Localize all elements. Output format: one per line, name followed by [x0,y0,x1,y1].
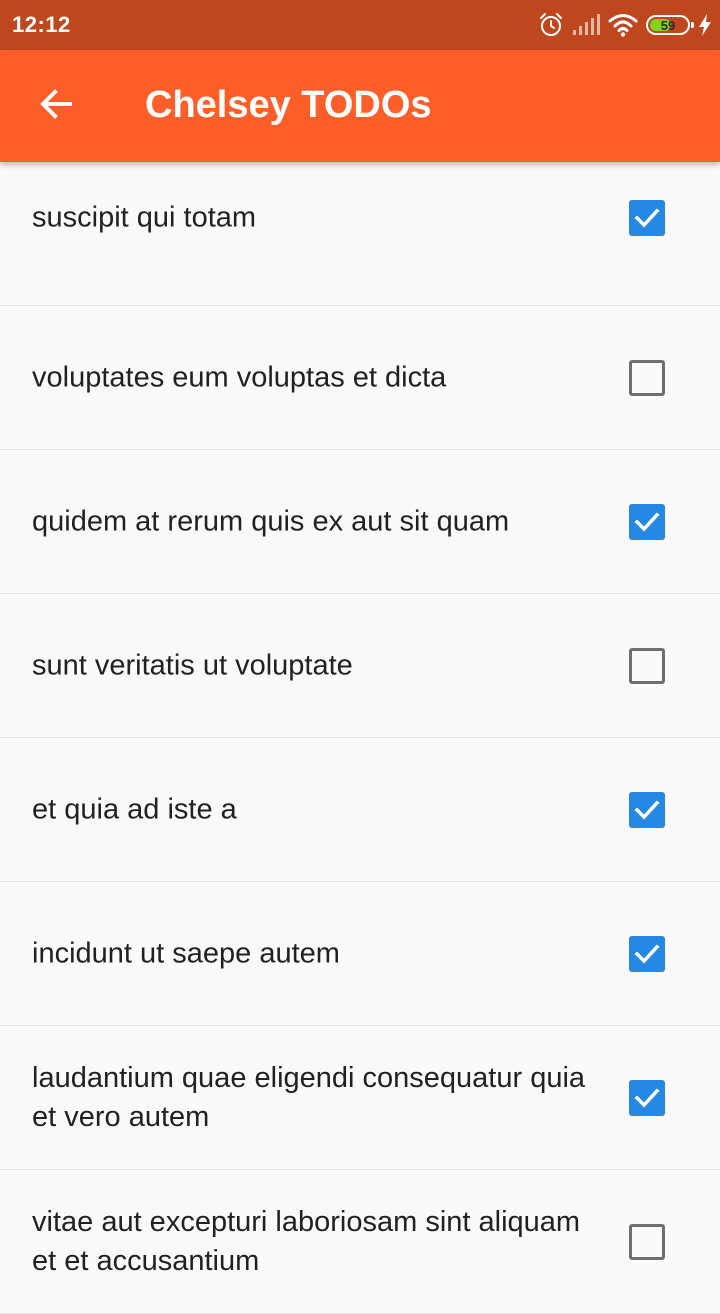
todo-checkbox[interactable] [629,935,665,972]
todo-item[interactable]: incidunt ut saepe autem [0,882,720,1026]
todo-checkbox[interactable] [629,503,665,540]
check-icon [634,944,660,964]
todo-title: incidunt ut saepe autem [32,937,340,969]
todo-item[interactable]: sunt veritatis ut voluptate [0,594,720,738]
check-icon [634,800,660,820]
signal-icon [572,14,600,36]
battery-level: 59 [660,17,676,33]
todo-item[interactable]: laudantium quae eligendi consequatur qui… [0,1026,720,1170]
todo-checkbox[interactable] [629,200,665,236]
todo-checkbox[interactable] [629,1223,665,1260]
todo-item[interactable]: vitae aut excepturi laboriosam sint aliq… [0,1170,720,1314]
todo-title: suscipit qui totam [32,201,257,234]
arrow-left-icon [38,86,74,127]
todo-checkbox[interactable] [629,791,665,828]
todo-checkbox[interactable] [629,647,665,684]
status-bar: 12:12 59 [0,0,720,50]
status-icons: 59 [538,10,712,40]
todo-title: vitae aut excepturi laboriosam sint aliq… [32,1205,581,1277]
todo-title: voluptates eum voluptas et dicta [32,361,447,393]
check-icon [634,208,660,228]
todo-title: quidem at rerum quis ex aut sit quam [32,505,510,537]
back-button[interactable] [20,70,92,142]
wifi-icon [608,13,638,37]
todo-title: laudantium quae eligendi consequatur qui… [32,1061,586,1133]
todo-checkbox[interactable] [629,1079,665,1116]
page-title: Chelsey TODOs [145,84,432,126]
todo-item[interactable]: suscipit qui totam [0,162,720,306]
todo-title: sunt veritatis ut voluptate [32,649,353,681]
todo-item[interactable]: voluptates eum voluptas et dicta [0,306,720,450]
status-time: 12:12 [12,12,71,37]
app-bar: Chelsey TODOs [0,50,720,162]
todo-item[interactable]: quidem at rerum quis ex aut sit quam [0,450,720,594]
todo-checkbox[interactable] [629,359,665,396]
check-icon [634,512,660,532]
charging-icon [698,14,712,36]
todo-title: et quia ad iste a [32,793,237,825]
todo-item[interactable]: et quia ad iste a [0,738,720,882]
battery-icon: 59 [646,15,694,35]
check-icon [634,1088,660,1108]
alarm-icon [538,12,564,38]
todo-list: suscipit qui totam voluptates eum volupt… [0,162,720,1314]
